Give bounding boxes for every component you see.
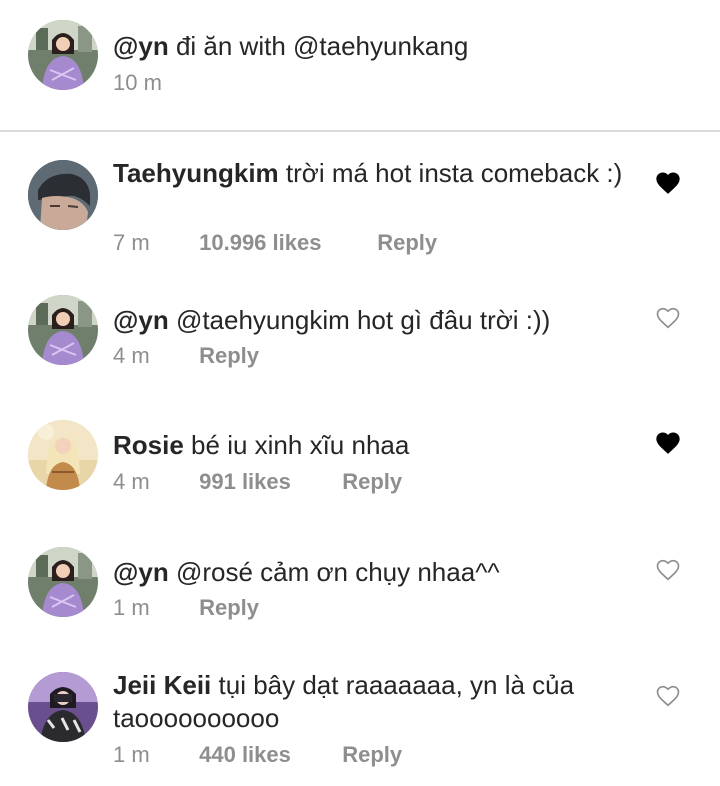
comment-username[interactable]: Rosie (113, 430, 184, 460)
comment-text: @yn @taehyungkim hot gì đâu trời :)) (113, 304, 640, 337)
comment-body: trời má hot insta comeback :) (285, 158, 623, 188)
comment-meta: 1 m Reply (113, 595, 259, 621)
comment-meta: 4 m Reply (113, 343, 259, 369)
comment-time: 7 m (113, 230, 150, 255)
comment-likes[interactable]: 440 likes (199, 742, 336, 768)
comment-time: 4 m (113, 469, 150, 494)
heart-outline-icon[interactable] (654, 304, 682, 332)
comment-text: Jeii Keii tụi bây dạt raaaaaaa, yn là củ… (113, 669, 640, 735)
reply-button[interactable]: Reply (342, 469, 402, 495)
reply-button[interactable]: Reply (199, 595, 259, 621)
heart-outline-icon[interactable] (654, 556, 682, 584)
avatar-yn[interactable] (28, 295, 98, 365)
comment-username[interactable]: @yn (113, 557, 169, 587)
comment-body: @rosé cảm ơn chụy nhaa^^ (175, 557, 500, 587)
reply-button[interactable]: Reply (199, 343, 259, 369)
heart-filled-icon[interactable] (654, 169, 682, 197)
comment-meta: 4 m 991 likes Reply (113, 469, 402, 495)
caption-meta: 10 m (113, 70, 162, 96)
comment-time: 1 m (113, 595, 150, 620)
avatar-taehyungkim[interactable] (28, 160, 98, 230)
avatar-yn[interactable] (28, 547, 98, 617)
reply-button[interactable]: Reply (342, 742, 402, 768)
comment-username[interactable]: @yn (113, 305, 169, 335)
caption-time: 10 m (113, 70, 162, 95)
caption-username[interactable]: @yn (113, 31, 169, 61)
heart-outline-icon[interactable] (654, 682, 682, 710)
comment-username[interactable]: Taehyungkim (113, 158, 279, 188)
avatar-jeii-keii[interactable] (28, 672, 98, 742)
comment-text: @yn @rosé cảm ơn chụy nhaa^^ (113, 556, 640, 589)
reply-button[interactable]: Reply (377, 230, 437, 256)
heart-filled-icon[interactable] (654, 429, 682, 457)
comment-likes[interactable]: 991 likes (199, 469, 336, 495)
comment-text: Taehyungkim trời má hot insta comeback :… (113, 157, 640, 190)
comment-time: 4 m (113, 343, 150, 368)
comment-meta: 1 m 440 likes Reply (113, 742, 402, 768)
comment-body: @taehyungkim hot gì đâu trời :)) (175, 305, 551, 335)
avatar-yn[interactable] (28, 20, 98, 90)
divider (0, 130, 720, 132)
comment-body: bé iu xinh xĩu nhaa (191, 430, 410, 460)
avatar-rosie[interactable] (28, 420, 98, 490)
comment-likes[interactable]: 10.996 likes (199, 230, 371, 256)
caption-text: @yn đi ăn with @taehyunkang (113, 30, 640, 63)
comment-time: 1 m (113, 742, 150, 767)
comment-username[interactable]: Jeii Keii (113, 670, 211, 700)
caption-body: đi ăn with @taehyunkang (175, 31, 469, 61)
comment-text: Rosie bé iu xinh xĩu nhaa (113, 429, 640, 462)
comment-meta: 7 m 10.996 likes Reply (113, 230, 437, 256)
